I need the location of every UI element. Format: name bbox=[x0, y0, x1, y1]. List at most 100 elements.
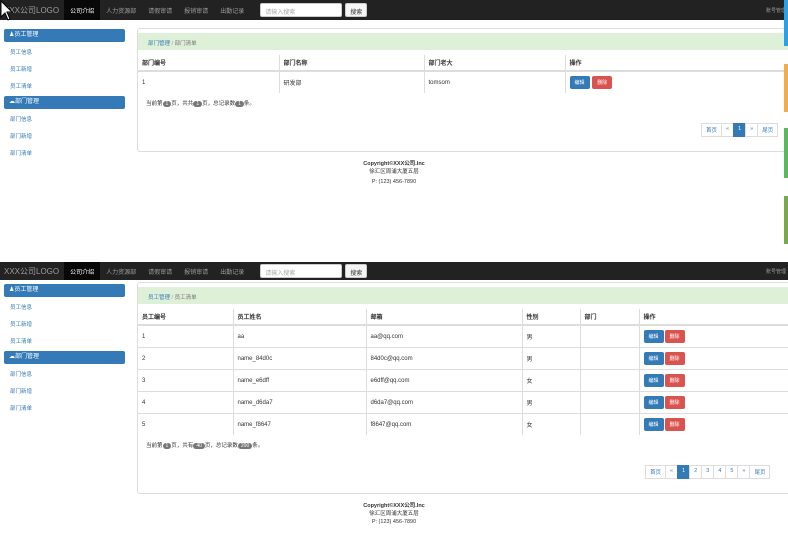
nav-item-reimburse[interactable]: 报销审请 bbox=[178, 0, 214, 20]
top-navbar: XXX公司LOGO 公司介绍 人力资源部 请假审请 报销审请 出勤记录 请输入搜… bbox=[0, 0, 788, 20]
page-last[interactable]: 尾页 bbox=[749, 465, 771, 479]
brand-logo[interactable]: XXX公司LOGO bbox=[0, 266, 64, 277]
search-input[interactable]: 请输入搜索 bbox=[260, 3, 343, 17]
sidebar-item-dept-add[interactable]: 部门新增 bbox=[4, 384, 125, 401]
page-last[interactable]: 尾页 bbox=[757, 123, 779, 137]
sidebar-header-employee[interactable]: ♟员工管理 bbox=[4, 284, 125, 297]
pagination-summary: 当前第 1 页，共有 40 页，总记录数 200 条。 bbox=[146, 443, 264, 449]
sidebar: ♟员工管理 员工信息 员工新增 员工清单 ☁部门管理 部门信息 部门新增 部门清… bbox=[4, 29, 125, 163]
sidebar-item-dept-list[interactable]: 部门清单 bbox=[4, 401, 125, 418]
page-first[interactable]: 首页 bbox=[701, 123, 723, 137]
delete-button[interactable]: 删除 bbox=[664, 418, 685, 431]
nav-item-leave[interactable]: 请假审请 bbox=[142, 0, 178, 20]
delete-button[interactable]: 删除 bbox=[664, 352, 685, 365]
nav-item-company[interactable]: 公司介绍 bbox=[64, 0, 101, 20]
nav-item-company[interactable]: 公司介绍 bbox=[64, 262, 101, 280]
cell-email: 84d0c@qq.com bbox=[366, 347, 523, 370]
cell-email: d6da7@qq.com bbox=[366, 391, 523, 414]
top-navbar: XXX公司LOGO 公司介绍 人力资源部 请假审请 报销审请 出勤记录 请输入搜… bbox=[0, 262, 788, 280]
table-row: 4 name_d6da7 d6da7@qq.com 男 编辑 删除 bbox=[138, 391, 788, 414]
cell-id: 1 bbox=[138, 70, 280, 93]
cell-actions: 编辑 删除 bbox=[639, 413, 788, 435]
edit-button[interactable]: 编辑 bbox=[643, 330, 664, 343]
breadcrumb: 员工管理 / 员工清单 bbox=[138, 287, 788, 304]
mouse-cursor-icon bbox=[0, 0, 14, 21]
footer-phone: P: (123) 456-7890 bbox=[371, 179, 417, 185]
account-link[interactable]: 账号管理 bbox=[766, 268, 788, 275]
delete-button[interactable]: 删除 bbox=[664, 396, 685, 409]
cell-id: 2 bbox=[138, 347, 234, 370]
breadcrumb-link[interactable]: 员工管理 bbox=[148, 295, 170, 301]
employee-table: 员工编号 员工姓名 邮箱 性别 部门 操作 1 aa aa@qq.com 男编辑 删除 2… bbox=[138, 309, 788, 435]
page-first[interactable]: 首页 bbox=[645, 465, 667, 479]
cell-dept bbox=[580, 369, 640, 392]
nav-item-hr[interactable]: 人力资源部 bbox=[100, 262, 142, 280]
delete-button[interactable]: 删除 bbox=[664, 374, 685, 387]
screenshot-department-list: XXX公司LOGO 公司介绍 人力资源部 请假审请 报销审请 出勤记录 请输入搜… bbox=[0, 0, 788, 262]
cell-actions: 编辑 删除 bbox=[639, 391, 788, 414]
pagination-summary: 当前第 1 页，共共 1 页，总记录数 1 条。 bbox=[146, 101, 255, 107]
delete-button[interactable]: 删除 bbox=[664, 330, 685, 343]
sidebar-header-employee[interactable]: ♟员工管理 bbox=[4, 29, 125, 42]
edge-strip bbox=[784, 0, 788, 46]
sidebar-header-dept[interactable]: ☁部门管理 bbox=[4, 96, 125, 109]
edit-button[interactable]: 编辑 bbox=[643, 396, 664, 409]
column-header: 员工编号 bbox=[138, 309, 234, 326]
nav-item-attendance[interactable]: 出勤记录 bbox=[214, 262, 250, 280]
current-page-badge: 1 bbox=[162, 443, 172, 449]
sidebar-item-dept-info[interactable]: 部门信息 bbox=[4, 367, 125, 384]
edge-strip bbox=[784, 64, 788, 112]
sidebar-item-employee-info[interactable]: 员工信息 bbox=[4, 300, 125, 317]
sidebar-header-dept[interactable]: ☁部门管理 bbox=[4, 351, 125, 364]
nav-item-attendance[interactable]: 出勤记录 bbox=[214, 0, 250, 20]
main-panel: 部门管理 / 部门清单 部门编号 部门名称 部门老大 操作 1 研发部 toms… bbox=[137, 28, 788, 152]
sidebar-item-dept-add[interactable]: 部门新增 bbox=[4, 129, 125, 146]
cell-actions: 编辑 删除 bbox=[639, 324, 788, 348]
edge-strip bbox=[784, 128, 788, 178]
column-header: 部门名称 bbox=[279, 55, 425, 72]
sidebar-header-label: 部门管理 bbox=[15, 99, 40, 105]
breadcrumb-link[interactable]: 部门管理 bbox=[148, 41, 170, 47]
cell-name: aa bbox=[233, 324, 367, 348]
nav-item-leave[interactable]: 请假审请 bbox=[142, 262, 178, 280]
edit-button[interactable]: 编辑 bbox=[643, 352, 664, 365]
footer-address: 徐汇区周浦大厦五层 bbox=[369, 169, 419, 175]
cell-id: 4 bbox=[138, 391, 234, 414]
cell-email: e6dff@qq.com bbox=[366, 369, 523, 392]
sidebar-item-employee-list[interactable]: 员工清单 bbox=[4, 79, 125, 96]
table-row: 1 研发部 tomsom 编辑 删除 bbox=[138, 70, 788, 93]
footer-copyright: Copyright©XXX公司.Inc bbox=[363, 161, 425, 167]
sidebar: ♟员工管理 员工信息 员工新增 员工清单 ☁部门管理 部门信息 部门新增 部门清… bbox=[4, 284, 125, 418]
nav-item-reimburse[interactable]: 报销审请 bbox=[178, 262, 214, 280]
column-header: 性别 bbox=[522, 309, 581, 326]
breadcrumb-current: 部门清单 bbox=[174, 41, 197, 47]
edit-button[interactable]: 编辑 bbox=[569, 76, 590, 89]
cell-gender: 女 bbox=[522, 369, 581, 392]
search-button[interactable]: 搜索 bbox=[345, 3, 368, 17]
edit-button[interactable]: 编辑 bbox=[643, 374, 664, 387]
cell-name: name_d6da7 bbox=[233, 391, 367, 414]
cell-name: 研发部 bbox=[279, 70, 425, 93]
sidebar-item-dept-info[interactable]: 部门信息 bbox=[4, 112, 125, 129]
total-records-badge: 200 bbox=[237, 443, 253, 449]
edge-strip bbox=[784, 196, 788, 244]
sidebar-header-label: 部门管理 bbox=[15, 354, 40, 360]
sidebar-item-employee-info[interactable]: 员工信息 bbox=[4, 45, 125, 62]
total-pages-badge: 1 bbox=[193, 101, 203, 107]
cell-gender: 男 bbox=[522, 347, 581, 370]
cell-id: 5 bbox=[138, 413, 234, 435]
cell-dept bbox=[580, 391, 640, 414]
sidebar-item-employee-list[interactable]: 员工清单 bbox=[4, 334, 125, 351]
edit-button[interactable]: 编辑 bbox=[643, 418, 664, 431]
sidebar-item-employee-add[interactable]: 员工新增 bbox=[4, 317, 125, 334]
cell-email: f8647@qq.com bbox=[366, 413, 523, 435]
nav-item-hr[interactable]: 人力资源部 bbox=[100, 0, 142, 20]
search-input[interactable]: 请输入搜索 bbox=[260, 264, 343, 278]
search-button[interactable]: 搜索 bbox=[345, 264, 368, 278]
cell-name: name_f8647 bbox=[233, 413, 367, 435]
sidebar-item-employee-add[interactable]: 员工新增 bbox=[4, 62, 125, 79]
breadcrumb: 部门管理 / 部门清单 bbox=[138, 33, 788, 50]
table-row: 1 aa aa@qq.com 男 编辑 删除 bbox=[138, 324, 788, 348]
cell-name: name_e6dff bbox=[233, 369, 367, 392]
delete-button[interactable]: 删除 bbox=[592, 76, 613, 89]
